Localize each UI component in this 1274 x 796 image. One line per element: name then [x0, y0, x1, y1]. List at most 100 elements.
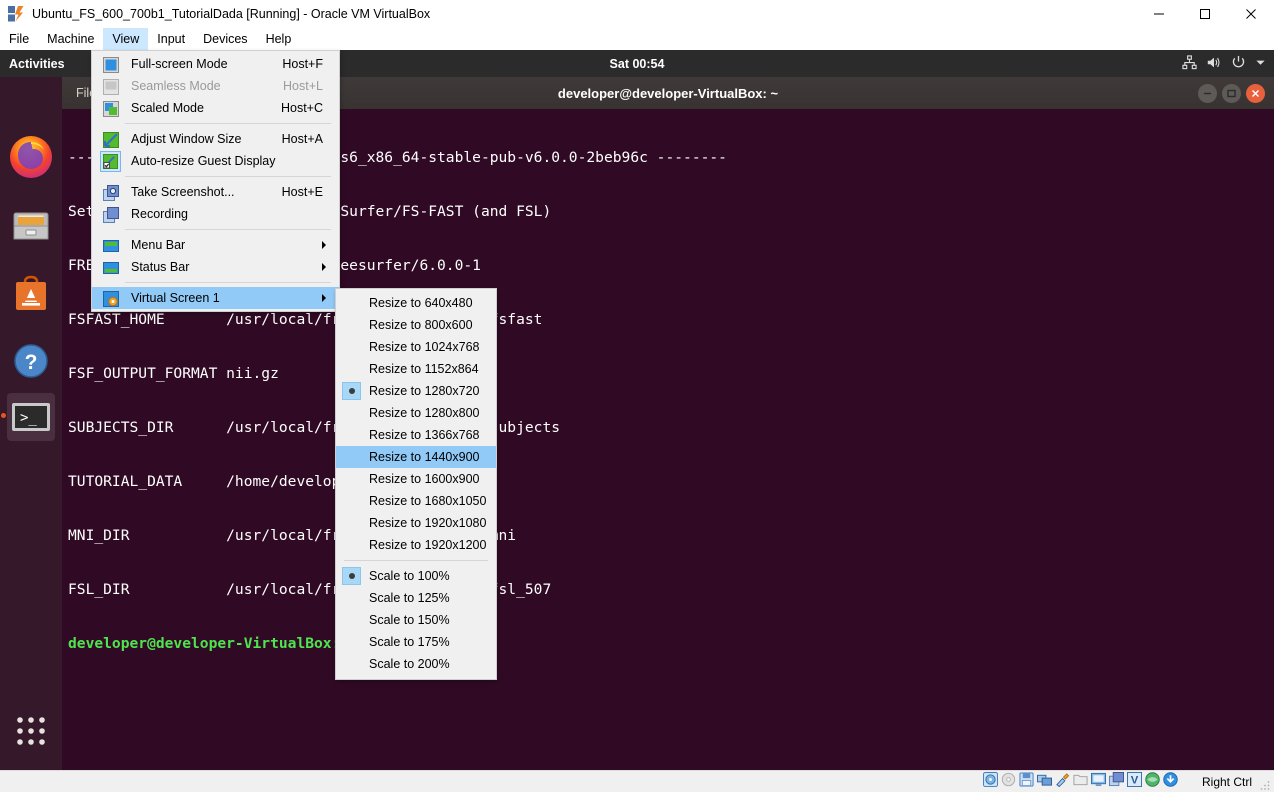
status-bar-icon [102, 259, 119, 276]
submenu-item-label: Resize to 640x480 [369, 296, 473, 310]
mouse-integration-icon[interactable] [1145, 772, 1160, 792]
submenu-item-label: Scale to 175% [369, 635, 450, 649]
statusbar-icons: V [983, 771, 1178, 792]
menu-item-take-screenshot[interactable]: Take Screenshot... Host+E [92, 181, 339, 203]
submenu-item-label: Resize to 1920x1080 [369, 516, 486, 530]
terminal-maximize-button[interactable] [1222, 84, 1241, 103]
submenu-item-scale-100[interactable]: Scale to 100% [336, 565, 496, 587]
dock-item-help[interactable]: ? [7, 337, 55, 385]
virtual-screen-icon [102, 290, 119, 307]
submenu-separator [344, 560, 488, 561]
menu-item-shortcut: Host+A [282, 132, 323, 146]
submenu-item-resize-1440x900[interactable]: Resize to 1440x900 [336, 446, 496, 468]
menubar-item-machine[interactable]: Machine [38, 28, 103, 50]
menu-item-label: Adjust Window Size [131, 132, 241, 146]
submenu-item-resize-1920x1080[interactable]: Resize to 1920x1080 [336, 512, 496, 534]
menu-item-shortcut: Host+L [283, 79, 323, 93]
submenu-item-scale-125[interactable]: Scale to 125% [336, 587, 496, 609]
terminal-close-button[interactable] [1246, 84, 1265, 103]
dock-item-files[interactable] [7, 201, 55, 249]
ubuntu-dock: ? >_ [0, 77, 62, 770]
virtualbox-statusbar: V Right Ctrl [0, 770, 1274, 792]
dock-item-firefox[interactable] [7, 133, 55, 181]
gnome-system-tray[interactable] [1182, 50, 1266, 77]
menu-separator [125, 123, 331, 124]
submenu-item-scale-200[interactable]: Scale to 200% [336, 653, 496, 675]
network-icon[interactable] [1037, 772, 1052, 792]
menubar-item-file[interactable]: File [0, 28, 38, 50]
terminal-line: MNI_DIR /usr/local/freesurfer/6.0.0-1/mn… [68, 527, 1274, 545]
dock-item-terminal[interactable]: >_ [7, 393, 55, 441]
menubar-item-input[interactable]: Input [148, 28, 194, 50]
power-icon[interactable] [1231, 55, 1246, 73]
terminal-line: FSL_DIR /usr/local/freesurfer/6.0.0-1/fs… [68, 581, 1274, 599]
host-key-indicator: Right Ctrl [1202, 771, 1252, 792]
menu-item-full-screen-mode[interactable]: Full-screen Mode Host+F [92, 53, 339, 75]
submenu-item-resize-1280x720[interactable]: Resize to 1280x720 [336, 380, 496, 402]
menu-item-virtual-screen-1[interactable]: Virtual Screen 1 [92, 287, 339, 309]
submenu-item-resize-800x600[interactable]: Resize to 800x600 [336, 314, 496, 336]
submenu-item-resize-1024x768[interactable]: Resize to 1024x768 [336, 336, 496, 358]
recording-icon[interactable] [1109, 772, 1124, 792]
menu-item-status-bar[interactable]: Status Bar [92, 256, 339, 278]
submenu-item-label: Scale to 200% [369, 657, 450, 671]
submenu-item-scale-175[interactable]: Scale to 175% [336, 631, 496, 653]
screenshot-icon [102, 184, 119, 201]
submenu-item-resize-1152x864[interactable]: Resize to 1152x864 [336, 358, 496, 380]
display-icon[interactable] [1091, 772, 1106, 792]
submenu-item-resize-1366x768[interactable]: Resize to 1366x768 [336, 424, 496, 446]
chevron-right-icon [322, 294, 326, 302]
window-close-button[interactable] [1228, 0, 1274, 28]
menu-item-adjust-window-size[interactable]: Adjust Window Size Host+A [92, 128, 339, 150]
menu-item-recording[interactable]: Recording [92, 203, 339, 225]
submenu-item-resize-1680x1050[interactable]: Resize to 1680x1050 [336, 490, 496, 512]
window-resize-grip[interactable] [1259, 778, 1271, 790]
terminal-line: FSF_OUTPUT_FORMAT nii.gz [68, 365, 1274, 383]
dock-item-software[interactable] [7, 269, 55, 317]
menu-item-label: Menu Bar [131, 238, 185, 252]
virtualbox-logo-icon [7, 5, 25, 23]
activities-button[interactable]: Activities [9, 50, 65, 77]
recording-icon [102, 206, 119, 223]
svg-text:?: ? [25, 351, 38, 374]
menu-item-label: Virtual Screen 1 [131, 291, 220, 305]
virtualization-icon[interactable]: V [1127, 772, 1142, 792]
submenu-item-resize-1920x1200[interactable]: Resize to 1920x1200 [336, 534, 496, 556]
submenu-item-label: Resize to 1280x720 [369, 384, 480, 398]
keyboard-icon[interactable] [1163, 772, 1178, 792]
chevron-right-icon [322, 241, 326, 249]
submenu-item-resize-640x480[interactable]: Resize to 640x480 [336, 292, 496, 314]
terminal-minimize-button[interactable] [1198, 84, 1217, 103]
menubar-item-devices[interactable]: Devices [194, 28, 256, 50]
window-title: Ubuntu_FS_600_700b1_TutorialDada [Runnin… [32, 5, 430, 23]
menubar: File Machine View Input Devices Help [0, 28, 1274, 50]
window-minimize-button[interactable] [1136, 0, 1182, 28]
menu-item-auto-resize-guest-display[interactable]: Auto-resize Guest Display [92, 150, 339, 172]
menu-separator [125, 282, 331, 283]
shared-folders-icon[interactable] [1073, 772, 1088, 792]
selected-radio-icon [342, 382, 361, 400]
network-icon[interactable] [1182, 55, 1197, 73]
floppy-icon[interactable] [1019, 772, 1034, 792]
menubar-item-help[interactable]: Help [257, 28, 301, 50]
submenu-item-scale-150[interactable]: Scale to 150% [336, 609, 496, 631]
chevron-down-icon[interactable] [1255, 57, 1266, 71]
menubar-item-view[interactable]: View [103, 28, 148, 50]
show-applications-button[interactable] [14, 714, 48, 748]
menu-item-seamless-mode: Seamless Mode Host+L [92, 75, 339, 97]
menu-item-label: Take Screenshot... [131, 185, 235, 199]
submenu-item-resize-1600x900[interactable]: Resize to 1600x900 [336, 468, 496, 490]
selected-radio-icon [342, 567, 361, 585]
optical-disk-icon[interactable] [1001, 772, 1016, 792]
window-maximize-button[interactable] [1182, 0, 1228, 28]
usb-icon[interactable] [1055, 772, 1070, 792]
virtualbox-window: Ubuntu_FS_600_700b1_TutorialDada [Runnin… [0, 0, 1274, 791]
menu-item-menu-bar[interactable]: Menu Bar [92, 234, 339, 256]
submenu-item-resize-1280x800[interactable]: Resize to 1280x800 [336, 402, 496, 424]
svg-text:>_: >_ [20, 410, 37, 426]
menu-item-scaled-mode[interactable]: Scaled Mode Host+C [92, 97, 339, 119]
hard-disk-icon[interactable] [983, 772, 998, 792]
volume-icon[interactable] [1206, 55, 1222, 73]
submenu-item-label: Resize to 1440x900 [369, 450, 480, 464]
scaled-icon [102, 100, 119, 117]
